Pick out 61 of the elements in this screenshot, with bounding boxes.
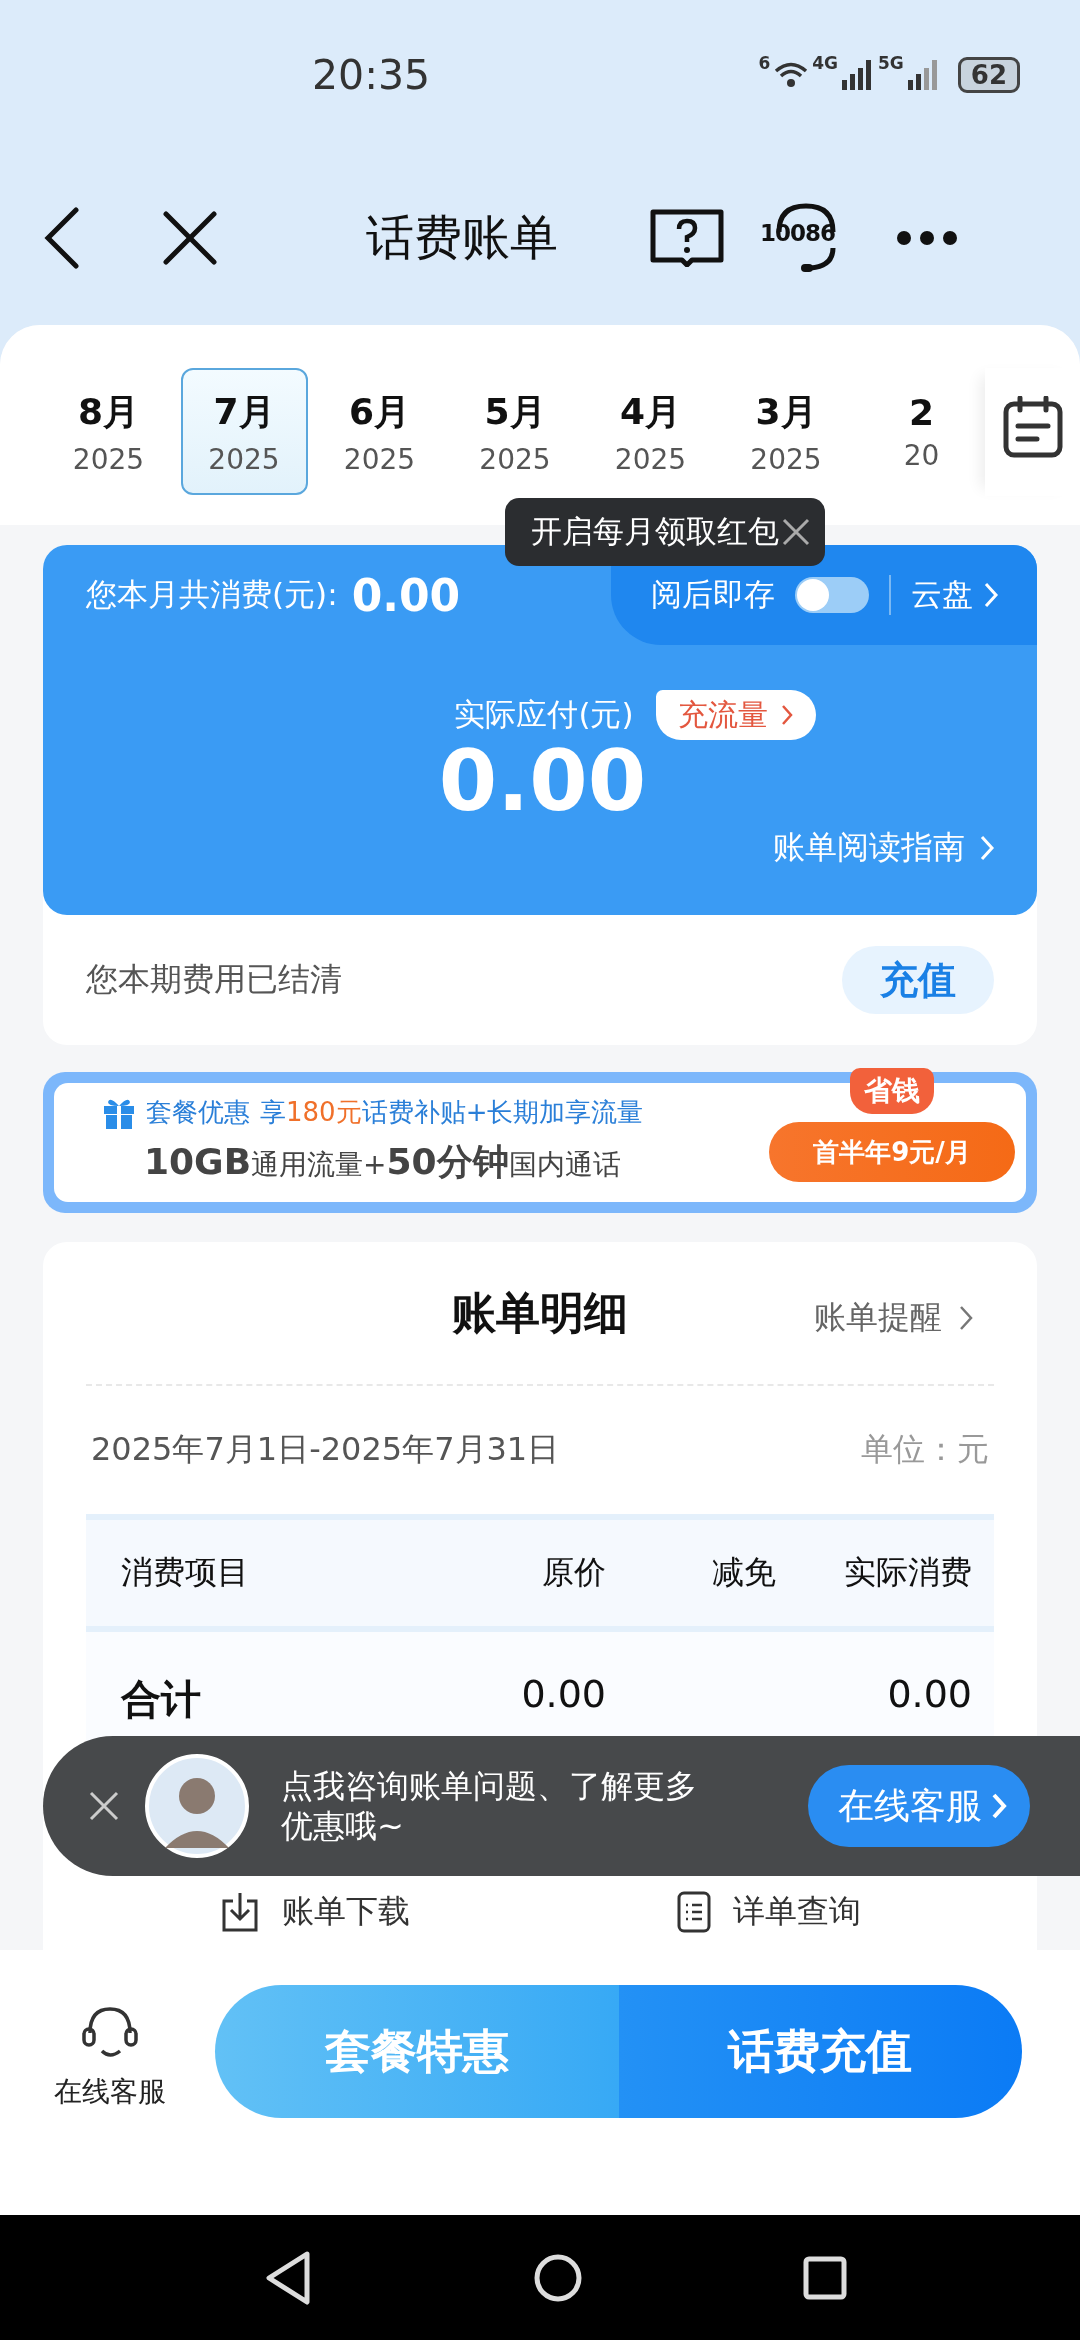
save-label: 阅后即存	[651, 575, 775, 614]
column-header: 减免	[711, 1552, 776, 1593]
column-header: 原价	[541, 1552, 606, 1593]
chat-prompt-text: 点我咨询账单问题、了解更多优惠哦~	[281, 1766, 698, 1846]
tooltip: 开启每月领取红包	[505, 498, 825, 566]
chevron-icon	[983, 581, 999, 609]
month-tab[interactable]: 3月 2025	[722, 368, 850, 495]
more-icon[interactable]	[896, 229, 958, 246]
wifi-icon	[774, 61, 809, 89]
month-tab[interactable]: 2 20	[858, 368, 985, 495]
saving-badge: 省钱	[850, 1068, 934, 1114]
promo-tag: 套餐优惠	[146, 1095, 250, 1130]
table-cell-text: 0.00	[520, 1672, 606, 1716]
column-header: 实际消费	[843, 1552, 972, 1593]
section-title: 账单明细	[452, 1285, 628, 1340]
chevron-icon	[979, 834, 995, 862]
close-icon[interactable]	[781, 517, 811, 547]
unit-label: 单位：元	[861, 1429, 989, 1470]
monthly-spend-label: 您本月共消费(元):	[86, 575, 338, 614]
monthly-spend-amount: 0.00	[351, 569, 461, 621]
promo-offer: 享180元话费补贴+长期加享流量	[260, 1096, 644, 1129]
month-tab[interactable]: 4月 2025	[587, 368, 714, 495]
back-nav-icon[interactable]	[263, 2249, 313, 2306]
back-icon[interactable]	[42, 205, 82, 270]
table-cell-text: 合计	[119, 1675, 202, 1724]
table-cell-text: 0.00	[886, 1672, 972, 1716]
cloud-link[interactable]: 云盘	[911, 574, 999, 616]
home-nav-icon[interactable]	[533, 2252, 583, 2303]
customer-service-button[interactable]: 在线客服	[45, 1985, 175, 2111]
promo-description: 10GB通用流量+50分钟国内通话	[144, 1140, 621, 1184]
bill-reminder-link[interactable]: 账单提醒	[814, 1296, 974, 1340]
calendar-icon[interactable]	[1002, 396, 1063, 458]
close-icon[interactable]	[162, 209, 218, 266]
chevron-icon	[990, 1791, 1008, 1821]
action-link[interactable]: 详单查询	[676, 1890, 861, 1934]
action-button[interactable]: 话费充值	[618, 1985, 1022, 2118]
payment-status: 您本期费用已结清	[86, 959, 342, 1000]
wifi-standard-label: 6	[758, 53, 771, 73]
bill-period: 2025年7月1日-2025年7月31日	[91, 1429, 560, 1470]
battery-indicator: 62	[957, 57, 1020, 93]
list-icon	[676, 1891, 711, 1933]
data-topup-button[interactable]: 充流量	[655, 690, 816, 740]
month-tab[interactable]: 5月 2025	[451, 368, 579, 495]
month-tab[interactable]: 8月 2025	[45, 368, 172, 495]
chevron-icon	[779, 703, 794, 727]
status-time: 20:35	[312, 51, 431, 99]
network-label: 4G	[812, 53, 838, 73]
page-title: 话费账单	[366, 207, 558, 267]
chevron-icon	[958, 1304, 974, 1332]
network-label: 5G	[878, 53, 904, 73]
column-header: 消费项目	[120, 1552, 250, 1593]
amount-due: 0.00	[438, 732, 647, 830]
amount-due-label: 实际应付(元)	[454, 695, 634, 734]
month-tab[interactable]: 6月 2025	[316, 368, 443, 495]
recharge-button[interactable]: 充值	[842, 946, 994, 1014]
signal-icon	[907, 60, 940, 90]
save-toggle[interactable]	[795, 577, 869, 613]
signal-icon	[842, 60, 874, 90]
month-tab[interactable]: 7月 2025	[180, 368, 308, 495]
action-link[interactable]: 账单下载	[219, 1890, 410, 1934]
recents-nav-icon[interactable]	[803, 2255, 847, 2300]
